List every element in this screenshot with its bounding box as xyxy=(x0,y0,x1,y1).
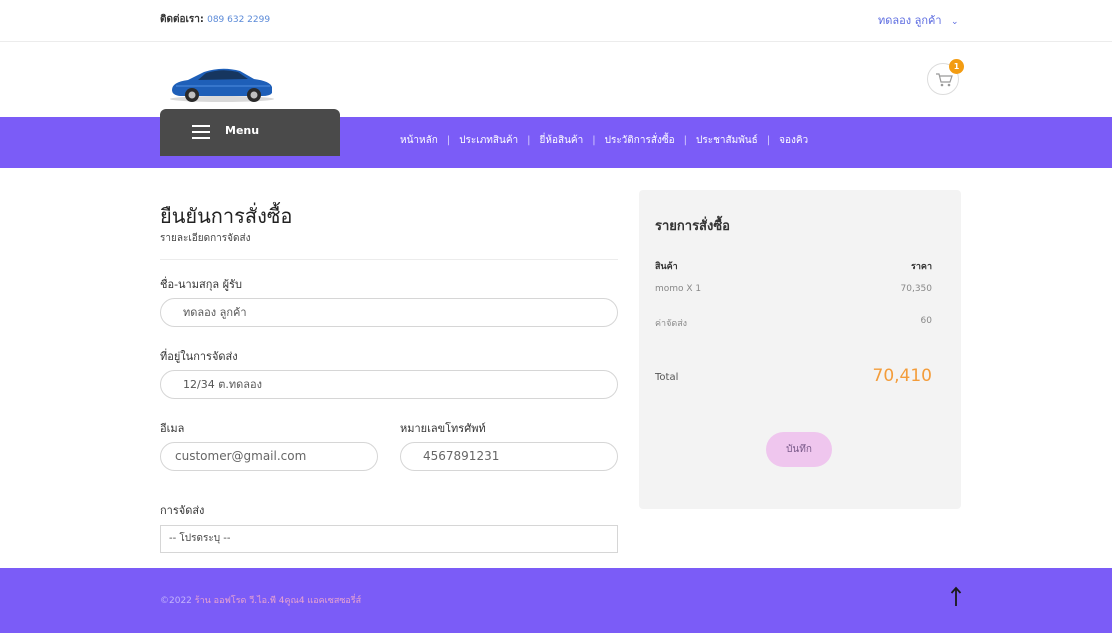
contact-phone-link[interactable]: 089 632 2299 xyxy=(207,15,270,25)
menu-button[interactable]: Menu xyxy=(160,109,340,156)
chevron-down-icon[interactable]: ⌄ xyxy=(951,17,959,27)
item-price: 70,350 xyxy=(900,284,933,294)
nav-link-brands[interactable]: ยี่ห้อสินค้า xyxy=(540,135,584,146)
contact-info: ติดต่อเรา: 089 632 2299 xyxy=(160,12,270,27)
blue-car-logo-icon xyxy=(170,68,274,102)
nav-separator: | xyxy=(683,135,687,146)
total-value: 70,410 xyxy=(872,366,932,386)
email-label: อีเมล xyxy=(160,422,185,435)
user-menu[interactable]: ทดลอง ลูกค้า ⌄ xyxy=(878,11,959,29)
back-to-top-button[interactable] xyxy=(950,586,962,608)
phone-field[interactable]: 4567891231 xyxy=(400,442,618,471)
shop-name-link[interactable]: ร้าน ออฟโรด วี.ไอ.พี 4คูณ4 แอคเซสซอรี่ส์ xyxy=(195,596,361,606)
shopping-cart-icon xyxy=(936,73,953,87)
product-column-header: สินค้า xyxy=(655,262,678,272)
shipping-fee-value: 60 xyxy=(920,316,932,326)
price-column-header: ราคา xyxy=(911,262,932,272)
order-summary-title: รายการสั่งซื้อ xyxy=(655,219,730,234)
divider xyxy=(160,259,618,260)
nav-separator: | xyxy=(592,135,596,146)
page-title: ยืนยันการสั่งซื้อ xyxy=(160,204,293,228)
hamburger-icon xyxy=(192,125,210,143)
cart-count-badge: 1 xyxy=(949,59,964,74)
phone-label: หมายเลขโทรศัพท์ xyxy=(400,422,486,435)
name-field[interactable]: ทดลอง ลูกค้า xyxy=(160,298,618,327)
nav-link-product-types[interactable]: ประเภทสินค้า xyxy=(459,135,518,146)
nav-separator: | xyxy=(766,135,771,146)
shipping-select[interactable]: -- โปรดระบุ -- xyxy=(160,525,618,553)
nav-separator: | xyxy=(527,135,531,146)
nav-link-order-history[interactable]: ประวัติการสั่งซื้อ xyxy=(605,135,675,146)
total-label: Total xyxy=(655,372,679,383)
email-field[interactable]: customer@gmail.com xyxy=(160,442,378,471)
user-name[interactable]: ทดลอง ลูกค้า xyxy=(878,14,942,27)
save-button[interactable]: บันทึก xyxy=(766,432,832,467)
nav-link-home[interactable]: หน้าหลัก xyxy=(400,135,438,146)
menu-label: Menu xyxy=(225,124,260,137)
copyright-year: ©2022 xyxy=(160,596,192,606)
name-label: ชื่อ-นามสกุล ผู้รับ xyxy=(160,278,242,291)
item-name: momo X 1 xyxy=(655,284,702,294)
nav-separator: | xyxy=(446,135,451,146)
copyright-text: ©2022 ร้าน ออฟโรด วี.ไอ.พี 4คูณ4 แอคเซสซ… xyxy=(160,593,361,607)
nav-link-booking[interactable]: จองคิว xyxy=(779,135,808,146)
top-bar: ติดต่อเรา: 089 632 2299 ทดลอง ลูกค้า ⌄ xyxy=(0,0,1112,42)
nav-link-announcements[interactable]: ประชาสัมพันธ์ xyxy=(696,135,758,146)
contact-label: ติดต่อเรา: xyxy=(160,14,204,25)
address-field[interactable]: 12/34 ต.ทดลอง xyxy=(160,370,618,399)
shipping-label: การจัดส่ง xyxy=(160,504,205,517)
site-logo[interactable] xyxy=(166,60,278,104)
page-subtitle: รายละเอียดการจัดส่ง xyxy=(160,233,251,244)
arrow-up-icon xyxy=(950,586,962,606)
nav-links: หน้าหลัก | ประเภทสินค้า | ยี่ห้อสินค้า | ประวั… xyxy=(400,133,808,148)
address-label: ที่อยู่ในการจัดส่ง xyxy=(160,350,238,363)
shipping-fee-label: ค่าจัดส่ง xyxy=(655,319,688,329)
